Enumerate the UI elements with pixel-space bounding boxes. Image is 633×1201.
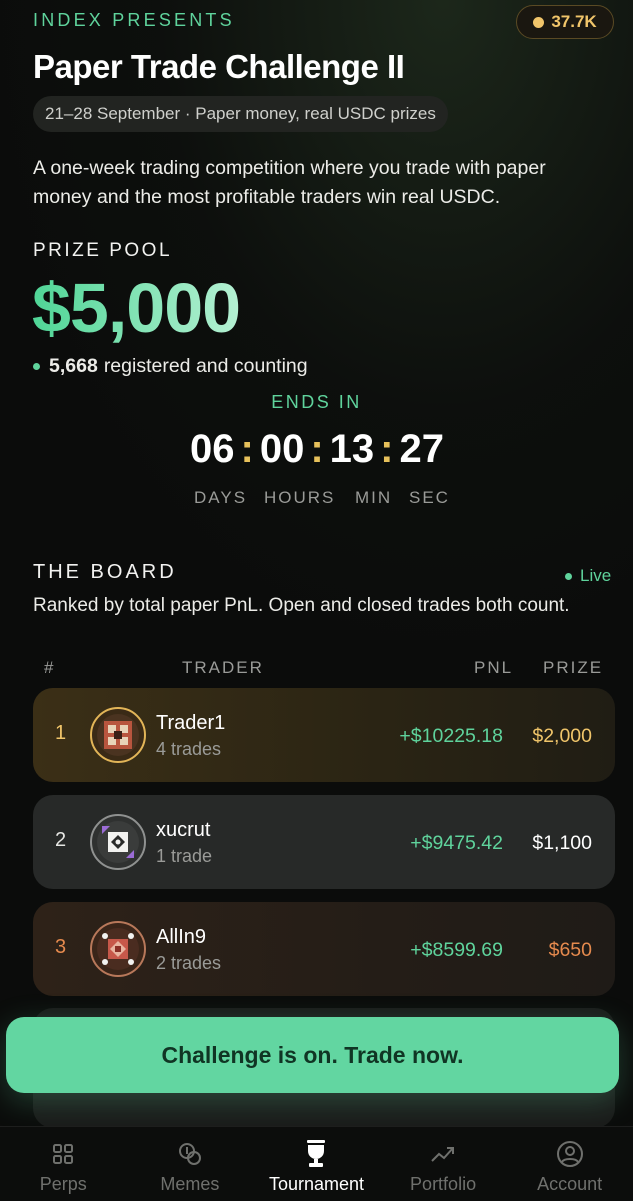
- nav-label: Account: [537, 1174, 603, 1194]
- nav-item-perps[interactable]: Perps: [0, 1127, 127, 1201]
- trade-now-label: Challenge is on. Trade now.: [161, 1041, 464, 1068]
- trophy-icon: [302, 1139, 330, 1169]
- column-header-prize: PRIZE: [543, 658, 604, 677]
- trader-pnl: +$8599.69: [410, 939, 503, 961]
- countdown-separator: :: [310, 427, 324, 471]
- trader-trade-count: 1 trade: [156, 846, 213, 866]
- nav-label: Memes: [160, 1174, 220, 1194]
- trend-up-icon: [430, 1139, 456, 1169]
- nav-item-tournament[interactable]: Tournament: [253, 1127, 380, 1201]
- countdown-labels: DAYS HOURS MIN SEC: [194, 488, 450, 508]
- presents-label: INDEX PRESENTS: [33, 10, 235, 30]
- countdown-hours: 00: [259, 427, 305, 471]
- trader-name: Trader1: [156, 712, 226, 734]
- countdown-timer: 06 : 00 : 13 : 27: [190, 427, 444, 472]
- countdown-label-sec: SEC: [409, 488, 450, 507]
- nav-label: Perps: [39, 1174, 87, 1194]
- user-circle-icon: [556, 1139, 584, 1169]
- pattern-avatar-icon: [97, 928, 139, 970]
- trader-prize: $2,000: [532, 725, 592, 747]
- date-pill-text: 21–28 September · Paper money, real USDC…: [45, 104, 436, 123]
- bottom-navigation: Perps Memes Tournament Portfolio Account: [0, 1126, 633, 1201]
- trader-pnl: +$10225.18: [399, 725, 503, 747]
- nav-item-portfolio[interactable]: Portfolio: [380, 1127, 507, 1201]
- countdown-separator: :: [240, 427, 254, 471]
- trader-trade-count: 2 trades: [156, 953, 222, 973]
- live-label: Live: [580, 566, 612, 585]
- countdown-label-hours: HOURS: [264, 488, 336, 507]
- column-header-rank: #: [44, 658, 56, 677]
- trader-pnl: +$9475.42: [410, 832, 503, 854]
- registered-text: registered and counting: [103, 355, 308, 377]
- column-header-pnl: PNL: [474, 658, 514, 677]
- trader-trade-count: 4 trades: [156, 739, 222, 759]
- ends-in-label: ENDS IN: [271, 392, 362, 412]
- trader-name: AllIn9: [156, 926, 207, 948]
- countdown-label-min: MIN: [355, 488, 393, 507]
- pattern-avatar-icon: [97, 821, 139, 863]
- coin-balance: 37.7K: [551, 12, 597, 31]
- countdown-days: 06: [190, 427, 235, 471]
- row-rank: 3: [55, 936, 67, 958]
- row-rank: 2: [55, 829, 67, 851]
- nav-label: Tournament: [268, 1174, 365, 1194]
- avatar: [90, 707, 146, 763]
- avatar: [90, 921, 146, 977]
- avatar: [90, 814, 146, 870]
- status-dot-icon: [33, 363, 40, 370]
- coin-balance-pill[interactable]: 37.7K: [516, 5, 614, 39]
- leaderboard-row[interactable]: 1 Trader1 4 trades +$10225.18 $2,000: [33, 688, 615, 782]
- countdown-minutes: 13: [329, 427, 375, 471]
- prize-pool-amount: $5,000: [32, 269, 241, 347]
- leaderboard-row[interactable]: 2 xucrut 1 trade +$9475.42 $1,100: [33, 795, 615, 889]
- grid-icon: [51, 1139, 75, 1169]
- pattern-avatar-icon: [97, 714, 139, 756]
- trader-prize: $1,100: [532, 832, 592, 854]
- nav-item-account[interactable]: Account: [506, 1127, 633, 1201]
- live-indicator: Live: [565, 566, 611, 586]
- countdown-label-days: DAYS: [194, 488, 248, 507]
- registered-count: 5,668: [49, 355, 98, 377]
- page-title: Paper Trade Challenge II: [33, 48, 405, 85]
- live-dot-icon: [565, 572, 572, 580]
- countdown-separator: :: [380, 427, 394, 471]
- challenge-description: A one-week trading competition where you…: [33, 157, 546, 208]
- board-description: Ranked by total paper PnL. Open and clos…: [33, 595, 570, 616]
- nav-label: Portfolio: [410, 1174, 477, 1194]
- nav-item-memes[interactable]: Memes: [127, 1127, 254, 1201]
- board-title: THE BOARD: [33, 561, 177, 583]
- leaderboard-row[interactable]: 3 AllIn9 2 trades +$8599.69 $650: [33, 902, 615, 996]
- date-pill: 21–28 September · Paper money, real USDC…: [33, 96, 448, 132]
- trader-prize: $650: [548, 939, 592, 961]
- row-rank: 1: [55, 722, 67, 744]
- column-header-trader: TRADER: [182, 658, 264, 677]
- registered-count-line: 5,668 registered and counting: [33, 355, 308, 378]
- trade-now-button[interactable]: Challenge is on. Trade now.: [6, 1017, 619, 1093]
- coins-icon: [177, 1139, 203, 1169]
- coin-icon: [533, 16, 545, 28]
- countdown-seconds: 27: [399, 427, 444, 471]
- prize-pool-label: PRIZE POOL: [33, 240, 173, 261]
- trader-name: xucrut: [156, 819, 211, 841]
